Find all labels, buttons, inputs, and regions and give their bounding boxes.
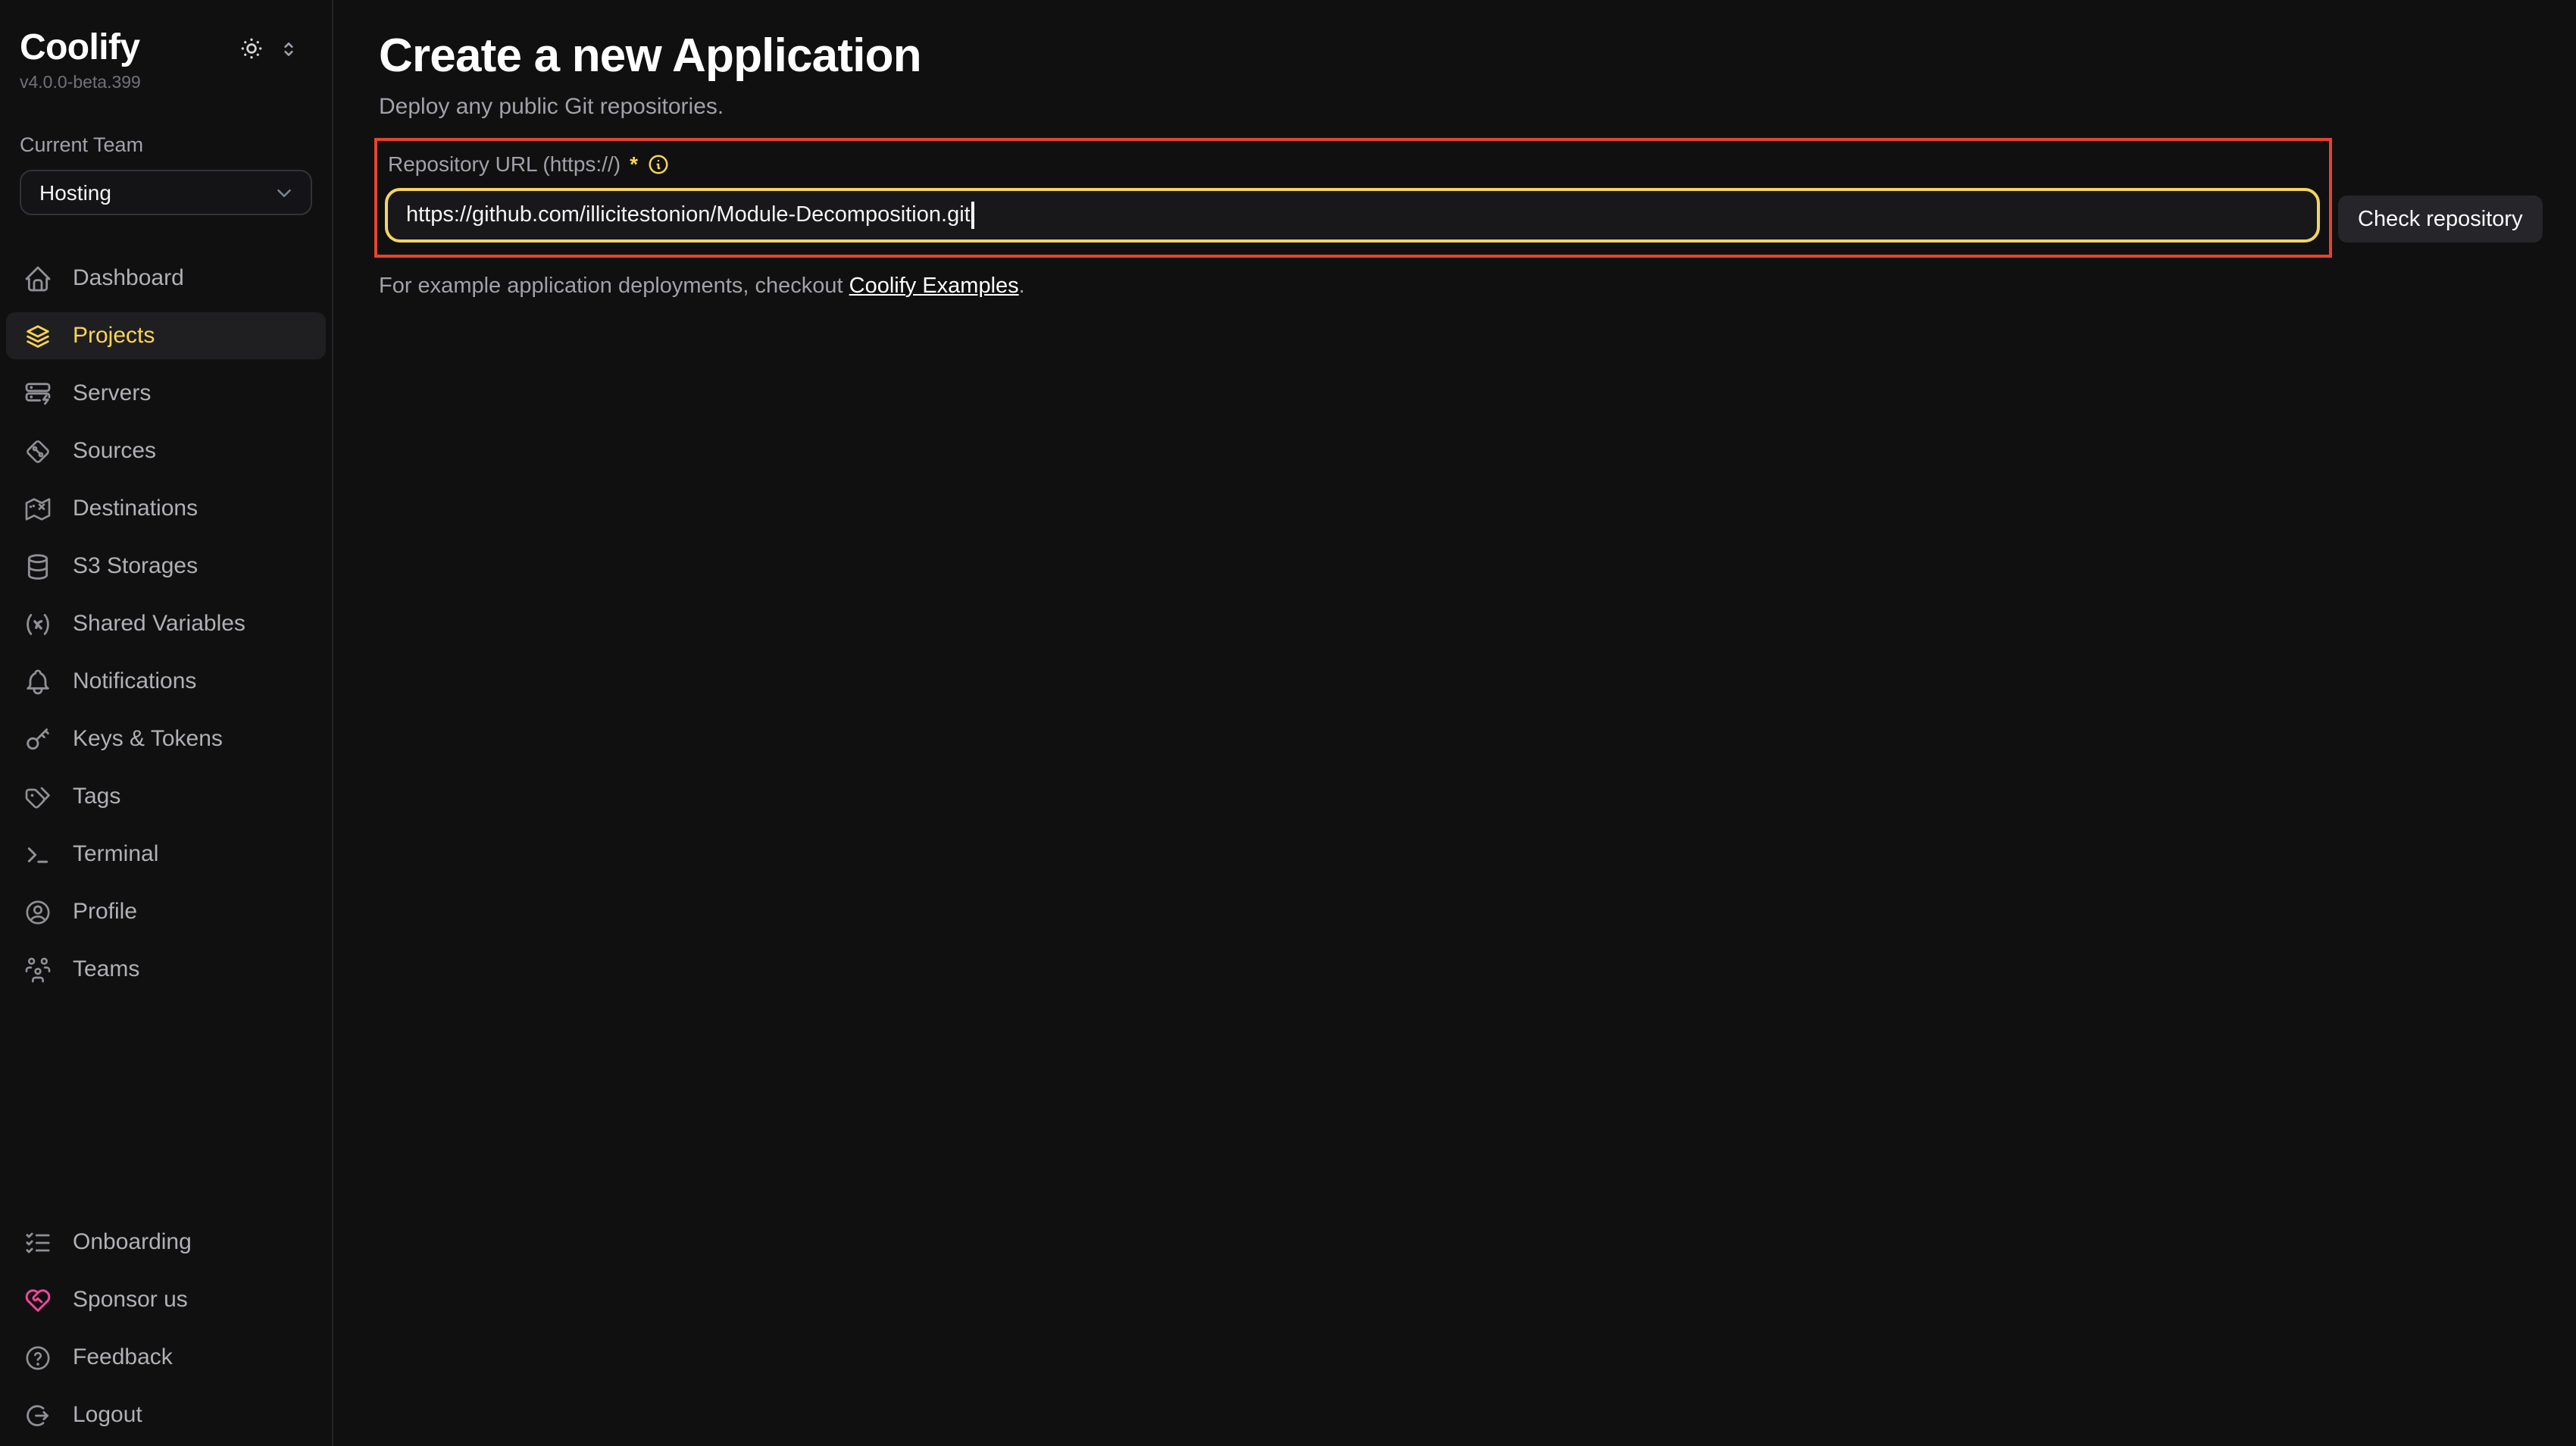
sidebar-item-tags[interactable]: Tags <box>6 773 326 820</box>
bell-icon <box>23 666 53 696</box>
team-selected-value: Hosting <box>39 180 111 205</box>
sidebar-item-label: Sources <box>73 438 156 464</box>
sidebar-item-terminal[interactable]: Terminal <box>6 831 326 878</box>
sidebar-item-sources[interactable]: Sources <box>6 427 326 474</box>
help-circle-icon <box>23 1342 53 1372</box>
sidebar-item-s3-storages[interactable]: S3 Storages <box>6 543 326 590</box>
sidebar-item-label: Teams <box>73 956 139 982</box>
logout-icon <box>23 1400 53 1430</box>
repository-url-input[interactable]: https://github.com/illicitestonion/Modul… <box>385 188 2320 243</box>
sidebar-item-label: Tags <box>73 784 120 809</box>
check-repository-button[interactable]: Check repository <box>2338 196 2543 243</box>
sidebar-item-label: Sponsor us <box>73 1287 188 1313</box>
page-subtitle: Deploy any public Git repositories. <box>379 91 2543 123</box>
sidebar-item-label: Shared Variables <box>73 611 245 637</box>
home-icon <box>23 263 53 293</box>
sidebar-item-teams[interactable]: Teams <box>6 946 326 993</box>
sun-icon <box>238 35 265 62</box>
repository-form-row: Repository URL (https://) * https://gith… <box>374 138 2543 258</box>
sidebar-item-label: S3 Storages <box>73 553 198 579</box>
annotation-highlight-box: Repository URL (https://) * https://gith… <box>374 138 2332 258</box>
server-icon <box>23 378 53 408</box>
team-label: Current Team <box>20 133 312 156</box>
sidebar-item-label: Notifications <box>73 668 196 694</box>
key-icon <box>23 724 53 754</box>
theme-toggle-button[interactable] <box>238 35 265 62</box>
sidebar-item-logout[interactable]: Logout <box>6 1391 326 1438</box>
app-version: v4.0.0-beta.399 <box>20 74 299 92</box>
help-prefix: For example application deployments, che… <box>379 274 849 299</box>
repository-url-label-row: Repository URL (https://) * <box>388 150 2320 179</box>
sidebar-item-keys-tokens[interactable]: Keys & Tokens <box>6 715 326 762</box>
text-caret <box>972 202 974 229</box>
main-content: Create a new Application Deploy any publ… <box>333 0 2576 1446</box>
help-suffix: . <box>1019 274 1025 299</box>
stack-icon <box>23 321 53 351</box>
sidebar-item-label: Destinations <box>73 496 198 521</box>
team-select[interactable]: Hosting <box>20 170 312 215</box>
sidebar-item-label: Feedback <box>73 1344 173 1370</box>
git-icon <box>23 436 53 466</box>
sidebar-item-label: Logout <box>73 1402 142 1428</box>
sidebar-item-sponsor-us[interactable]: Sponsor us <box>6 1276 326 1323</box>
sidebar-item-label: Profile <box>73 899 137 925</box>
chevron-down-icon <box>273 181 295 204</box>
sidebar-item-projects[interactable]: Projects <box>6 312 326 359</box>
sidebar-item-label: Servers <box>73 380 151 406</box>
sidebar-item-notifications[interactable]: Notifications <box>6 658 326 705</box>
required-marker: * <box>630 150 638 179</box>
repository-url-label: Repository URL (https://) <box>388 150 621 179</box>
sidebar-item-label: Projects <box>73 323 155 349</box>
tags-icon <box>23 781 53 812</box>
sidebar-item-profile[interactable]: Profile <box>6 888 326 935</box>
selector-icon <box>279 39 299 58</box>
sidebar: Coolify <box>0 0 333 1446</box>
database-icon <box>23 551 53 581</box>
sidebar-item-label: Onboarding <box>73 1229 192 1255</box>
users-group-icon <box>23 954 53 984</box>
sidebar-item-dashboard[interactable]: Dashboard <box>6 255 326 302</box>
coolify-examples-link[interactable]: Coolify Examples <box>849 274 1019 299</box>
team-section: Current Team Hosting <box>0 92 332 215</box>
sidebar-item-destinations[interactable]: Destinations <box>6 485 326 532</box>
sidebar-item-shared-variables[interactable]: Shared Variables <box>6 600 326 647</box>
variable-icon <box>23 609 53 639</box>
page-title: Create a new Application <box>379 26 2543 86</box>
app-logo: Coolify <box>20 27 139 70</box>
sidebar-nav: Dashboard Projects <box>6 255 326 993</box>
sidebar-footer-nav: Onboarding Sponsor us <box>6 1219 326 1438</box>
sidebar-item-label: Keys & Tokens <box>73 726 223 752</box>
map-icon <box>23 493 53 524</box>
sidebar-item-servers[interactable]: Servers <box>6 370 326 417</box>
sidebar-header: Coolify <box>0 0 332 92</box>
sidebar-spacer <box>0 993 332 1219</box>
repository-url-value: https://github.com/illicitestonion/Modul… <box>406 203 971 227</box>
checklist-icon <box>23 1227 53 1257</box>
heart-handshake-icon <box>23 1285 53 1315</box>
terminal-icon <box>23 839 53 869</box>
sidebar-item-feedback[interactable]: Feedback <box>6 1334 326 1381</box>
example-help-text: For example application deployments, che… <box>379 271 2543 302</box>
sidebar-collapse-button[interactable] <box>279 39 299 58</box>
sidebar-item-onboarding[interactable]: Onboarding <box>6 1219 326 1266</box>
info-icon[interactable] <box>647 153 670 176</box>
coolify-app: Coolify <box>0 0 2576 1446</box>
sidebar-item-label: Terminal <box>73 841 158 867</box>
user-circle-icon <box>23 897 53 927</box>
sidebar-item-label: Dashboard <box>73 265 184 291</box>
